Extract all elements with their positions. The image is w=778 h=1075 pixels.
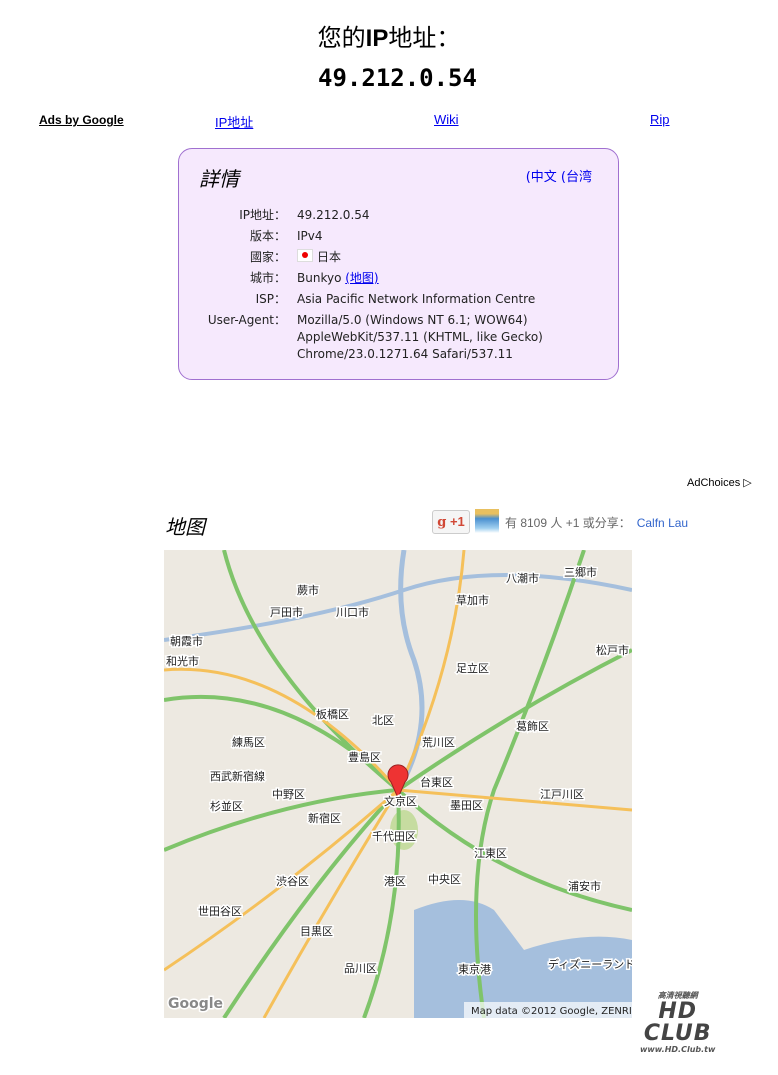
map-place-label: 板橋区	[316, 707, 349, 721]
map-place-label: 足立区	[456, 661, 489, 675]
title-text-end: 地址：	[388, 24, 461, 52]
adchoices-link[interactable]: AdChoices ▷	[687, 476, 752, 489]
title-text: 您的	[317, 24, 366, 52]
map-place-label: 渋谷区	[276, 875, 309, 888]
map-canvas: 蕨市戸田市 川口市 草加市 八潮市 三郷市朝霞市和光市足立区板橋区北区 葛飾区練馬区豊島区…	[164, 550, 632, 1018]
detail-label: ISP：	[255, 292, 286, 306]
map-place-label: 川口市	[336, 605, 369, 619]
detail-label: 城市：	[249, 271, 286, 285]
map-attribution: Map data ©2012 Google, ZENRIN	[471, 1006, 632, 1017]
map-place-label: 世田谷区	[198, 905, 242, 918]
hdclub-watermark-logo: 高清視聽網 HD CLUB www.HD.Club.tw	[640, 991, 716, 1054]
map-place-label: 江戸川区	[540, 788, 584, 801]
detail-value: Bunkyo	[297, 271, 342, 285]
map-place-label: 東京港	[458, 962, 491, 976]
detail-label: 國家：	[249, 250, 286, 264]
ip-address: 49.212.0.54	[318, 64, 477, 92]
map-place-label: 台東区	[420, 775, 453, 789]
plus-one-label: +1	[449, 514, 465, 529]
detail-label: 版本：	[249, 229, 286, 243]
map-place-label: 北区	[372, 714, 394, 727]
map-place-label: 葛飾区	[516, 720, 549, 733]
details-panel: 詳情 (中文 (台湾 IP地址： 49.212.0.54 版本： IPv4 國家： 日…	[178, 148, 619, 380]
adchoices-label: AdChoices	[687, 477, 741, 489]
map-place-label: 八潮市	[506, 571, 539, 585]
google-logo: Google	[168, 996, 223, 1012]
map-link[interactable]: (地图)	[345, 271, 378, 285]
title-ip: IP	[365, 25, 389, 52]
detail-value: Mozilla/5.0 (Windows NT 6.1; WOW64) Appl…	[297, 313, 543, 361]
map-place-label: 杉並区	[210, 799, 243, 813]
map-place-label: 荒川区	[422, 736, 455, 749]
map-place-label: 墨田区	[450, 799, 483, 812]
map-title: 地图	[165, 515, 205, 539]
detail-value: IPv4	[297, 229, 323, 243]
map-view[interactable]: 蕨市戸田市 川口市 草加市 八潮市 三郷市朝霞市和光市足立区板橋区北区 葛飾区練馬区豊島区…	[164, 550, 632, 1018]
map-place-label: 草加市	[456, 593, 489, 607]
share-text: 有 8109 人 +1 或分享：	[505, 516, 631, 530]
map-place-label: 朝霞市	[170, 634, 203, 648]
page-title: 您的IP地址：	[0, 18, 778, 53]
map-place-label: 三郷市	[564, 565, 597, 579]
ip-link[interactable]: IP地址	[215, 112, 253, 131]
map-place-label: 松戸市	[596, 643, 629, 657]
rip-link[interactable]: Rip	[650, 112, 670, 127]
map-place-label: 西武新宿線	[210, 769, 265, 783]
detail-label: IP地址：	[239, 208, 286, 222]
map-place-label: 品川区	[344, 962, 377, 975]
map-place-label: 目黒区	[300, 925, 333, 938]
adchoices-icon: ▷	[743, 477, 752, 489]
map-place-label: 港区	[384, 875, 406, 888]
map-place-label: 江東区	[474, 847, 507, 860]
map-place-label: ディズニーランド	[548, 957, 632, 971]
details-title: 詳情	[199, 167, 239, 191]
share-count: 有 8109 人 +1 或分享： Calfn Lau	[505, 514, 688, 531]
map-place-label: 練馬区	[232, 735, 265, 749]
map-place-label: 文京区	[384, 794, 417, 808]
google-plus-one-button[interactable]: g +1	[432, 510, 470, 534]
map-place-label: 中野区	[272, 788, 305, 801]
map-place-label: 新宿区	[308, 811, 341, 825]
map-place-label: 千代田区	[372, 830, 416, 843]
wiki-link[interactable]: Wiki	[434, 112, 459, 127]
share-user-link[interactable]: Calfn Lau	[637, 516, 688, 530]
detail-value: 49.212.0.54	[297, 208, 370, 222]
map-place-label: 豊島区	[348, 750, 381, 764]
ads-by-google-link[interactable]: Ads by Google	[39, 113, 124, 127]
map-place-label: 蕨市	[297, 583, 319, 597]
map-place-label: 浦安市	[568, 879, 601, 893]
map-place-label: 戸田市	[270, 605, 303, 619]
japan-flag-icon	[297, 249, 313, 262]
map-place-label: 中央区	[428, 873, 461, 886]
language-link[interactable]: (中文 (台湾	[526, 166, 592, 185]
map-place-label: 和光市	[166, 654, 199, 668]
avatar[interactable]	[475, 509, 499, 533]
detail-value: Asia Pacific Network Information Centre	[297, 292, 536, 306]
detail-label: User-Agent：	[207, 313, 286, 327]
detail-value: 日本	[317, 250, 342, 264]
google-g-icon: g	[437, 515, 447, 530]
